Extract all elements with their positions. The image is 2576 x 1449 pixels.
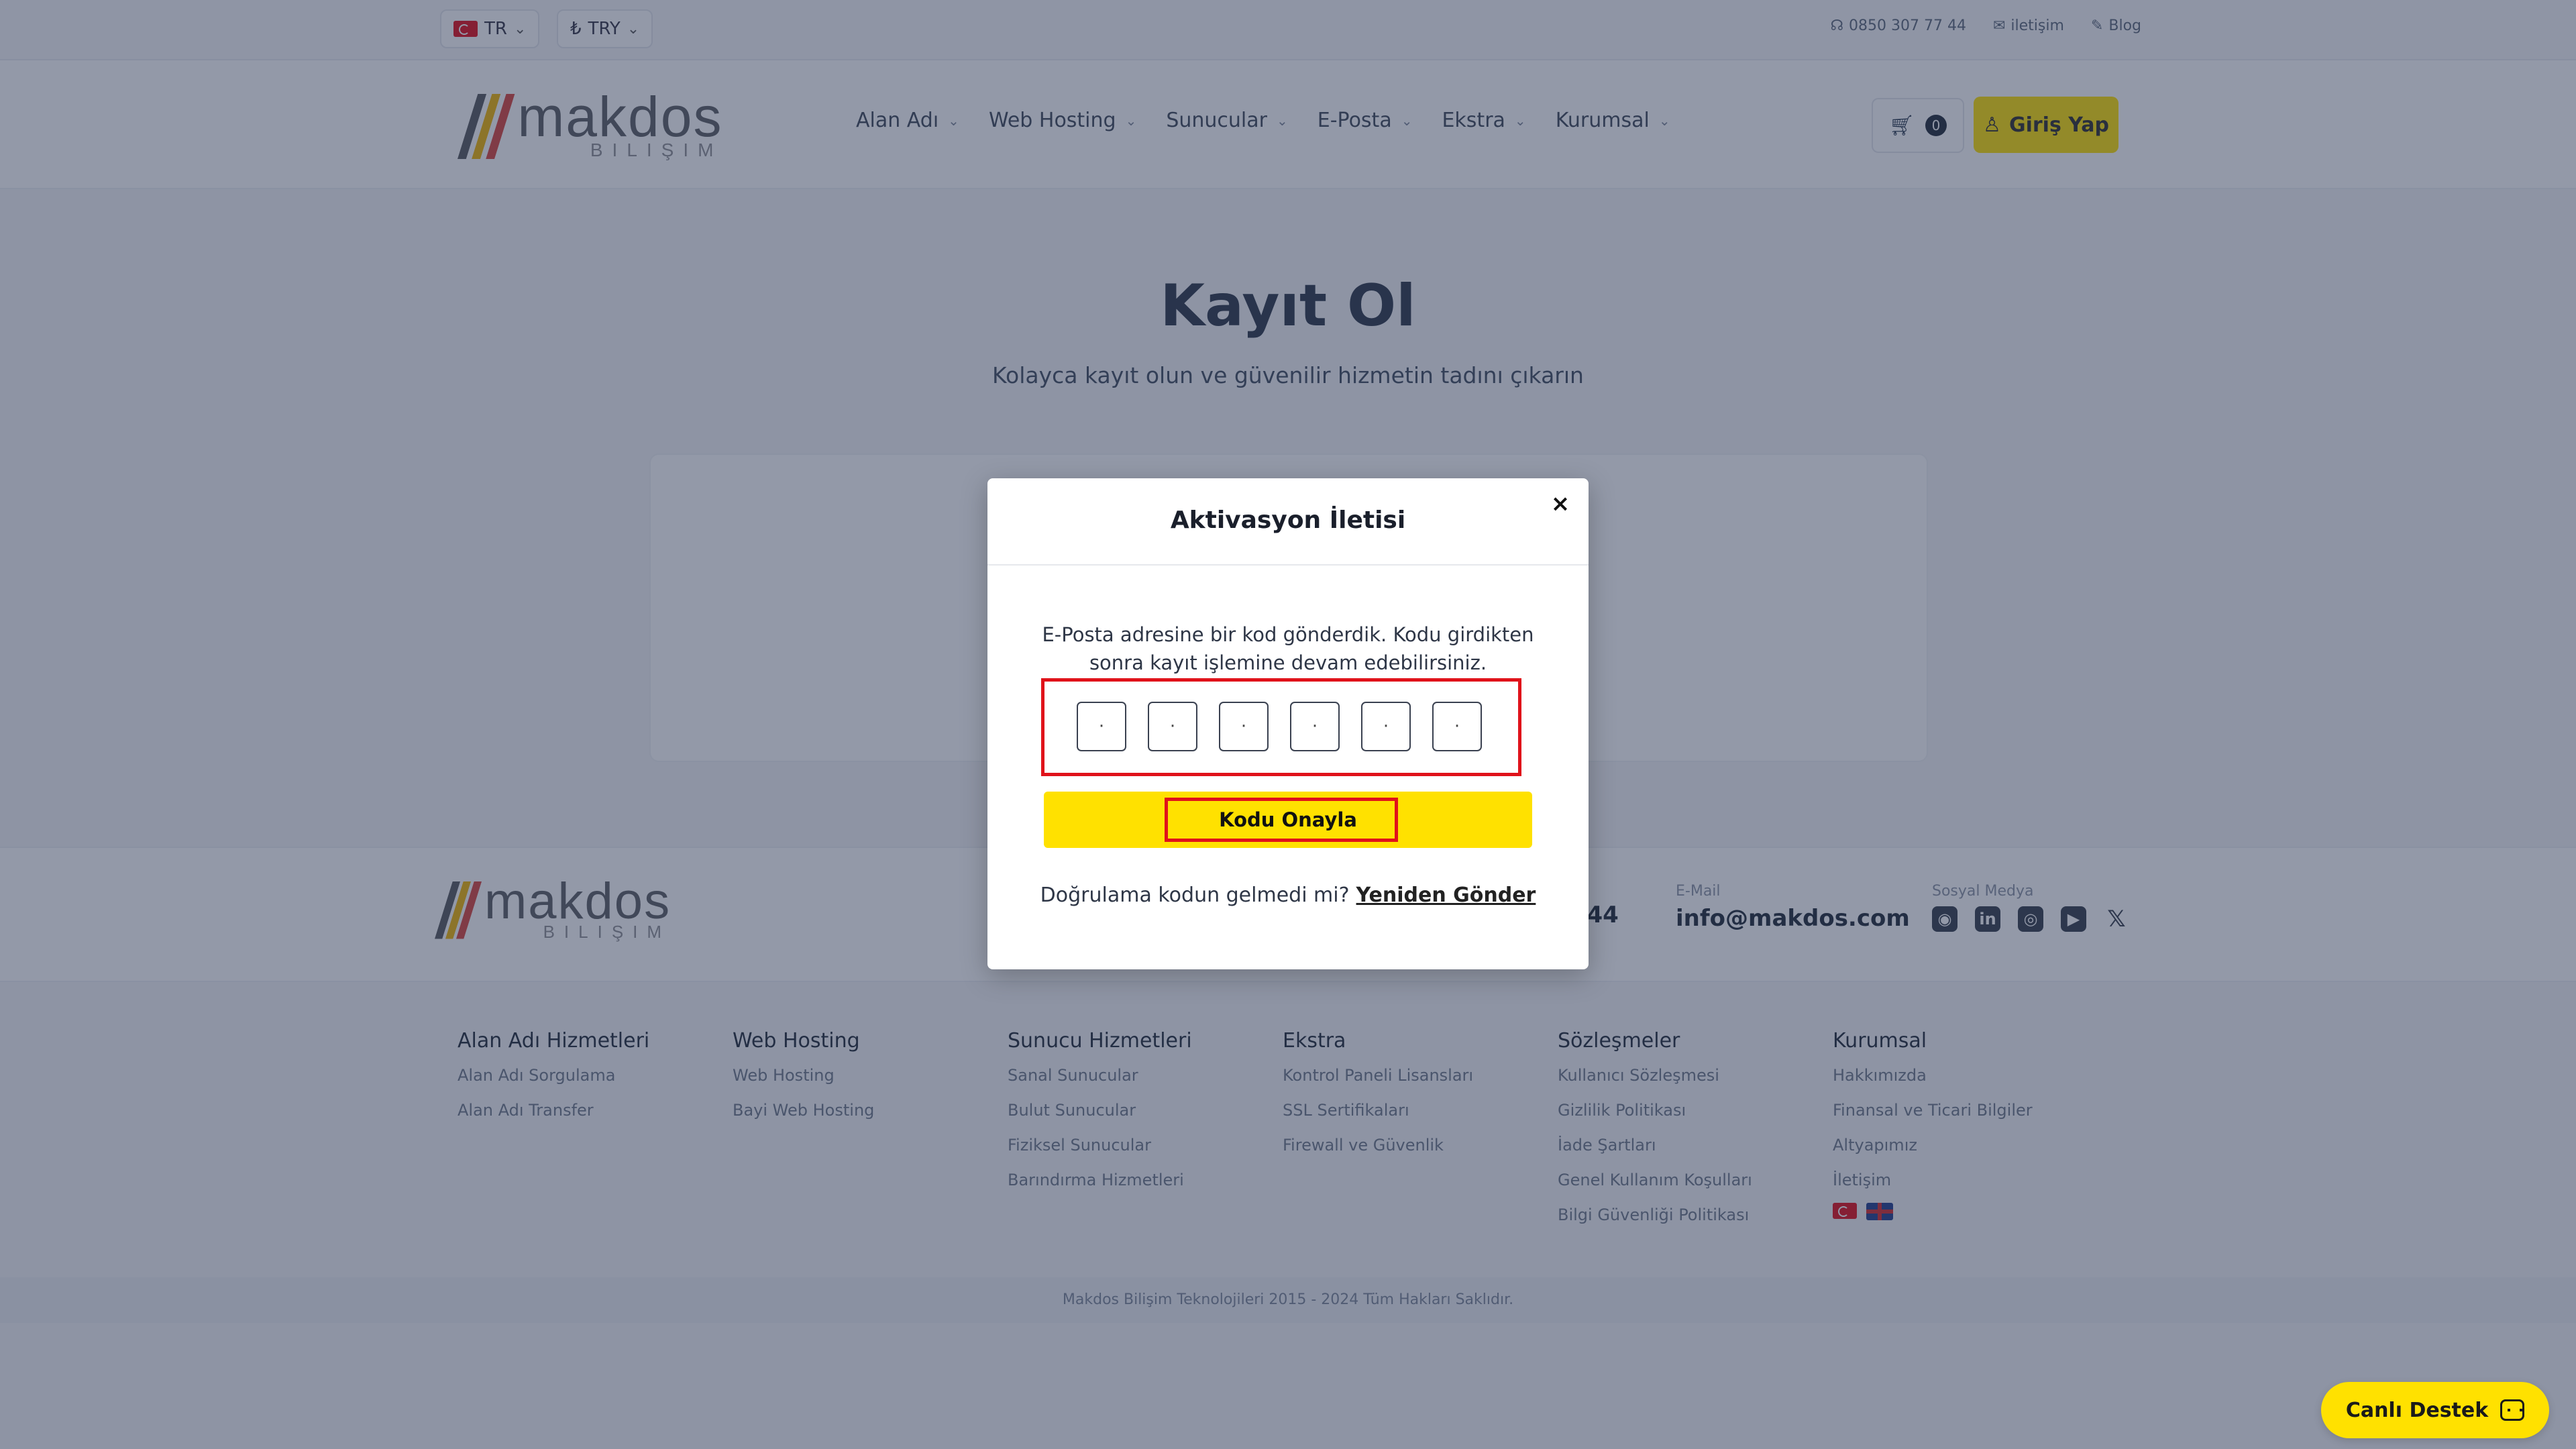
code-digit-input[interactable] bbox=[1219, 702, 1269, 751]
code-digit-input[interactable] bbox=[1432, 702, 1482, 751]
modal-title: Aktivasyon İletisi bbox=[1170, 506, 1406, 534]
close-icon[interactable]: × bbox=[1544, 488, 1576, 520]
confirm-code-button[interactable]: Kodu Onayla bbox=[1044, 792, 1532, 848]
activation-modal: Aktivasyon İletisi × E-Posta adresine bi… bbox=[987, 478, 1589, 969]
resend-link[interactable]: Yeniden Gönder bbox=[1356, 883, 1536, 907]
chat-icon bbox=[2500, 1399, 2525, 1421]
resend-line: Doğrulama kodun gelmedi mi? Yeniden Gönde… bbox=[987, 883, 1589, 907]
code-digit-input[interactable] bbox=[1290, 702, 1340, 751]
live-support-label: Canlı Destek bbox=[2345, 1398, 2489, 1422]
code-digit-input[interactable] bbox=[1077, 702, 1126, 751]
resend-prompt: Doğrulama kodun gelmedi mi? bbox=[1040, 883, 1350, 907]
code-digit-input[interactable] bbox=[1361, 702, 1411, 751]
modal-header: Aktivasyon İletisi bbox=[987, 478, 1589, 566]
code-input-group bbox=[1041, 678, 1521, 776]
modal-message: E-Posta adresine bir kod gönderdik. Kodu… bbox=[1042, 623, 1534, 674]
confirm-label: Kodu Onayla bbox=[1219, 808, 1357, 831]
live-support-button[interactable]: Canlı Destek bbox=[2321, 1382, 2549, 1438]
code-digit-input[interactable] bbox=[1148, 702, 1197, 751]
